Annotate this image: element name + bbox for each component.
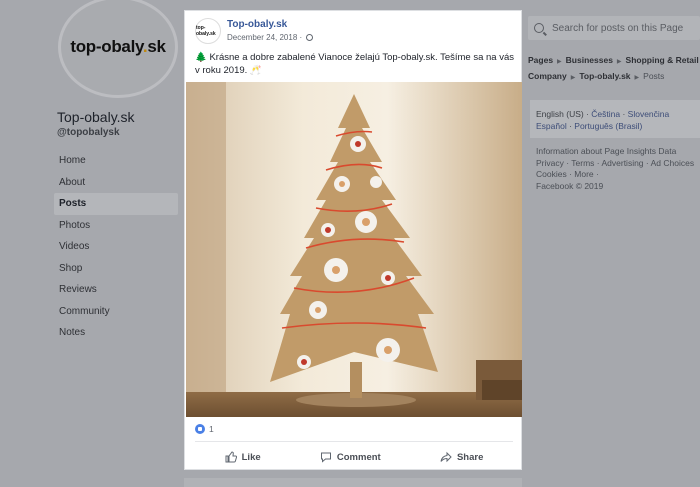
language-link-cestina[interactable]: Čeština — [591, 109, 620, 119]
divider — [195, 441, 513, 442]
christmas-tree-illustration — [186, 82, 522, 417]
comment-button[interactable]: Comment — [320, 451, 381, 463]
share-button[interactable]: Share — [440, 451, 483, 463]
language-link-portugues[interactable]: Português (Brasil) — [574, 121, 642, 131]
nav-item-notes[interactable]: Notes — [54, 322, 178, 344]
breadcrumb: Pages ▶ Businesses ▶ Shopping & Retail Compa… — [528, 53, 700, 85]
breadcrumb-businesses[interactable]: Businesses — [566, 55, 613, 65]
page-handle[interactable]: @topobalysk — [57, 127, 120, 138]
nav-item-posts[interactable]: Posts — [54, 193, 178, 215]
footer-legal-links[interactable]: Privacy · Terms · Advertising · Ad Choic… — [536, 158, 700, 170]
post-timestamp[interactable]: December 24, 2018 · — [227, 33, 302, 42]
post-photo-christmas-tree[interactable] — [186, 82, 522, 417]
share-icon — [440, 451, 452, 463]
nav-item-videos[interactable]: Videos — [54, 236, 178, 258]
language-selector: English (US) · Čeština · Slovenčina Espa… — [530, 100, 700, 138]
reaction-count[interactable]: 1 — [209, 424, 214, 434]
chevron-right-icon: ▶ — [557, 59, 562, 65]
nav-item-shop[interactable]: Shop — [54, 258, 178, 280]
chevron-right-icon: ▶ — [616, 59, 622, 65]
post-actions: Like Comment Share — [195, 447, 513, 467]
page-nav: Home About Posts Photos Videos Shop Revi… — [54, 150, 178, 344]
footer-insights-link[interactable]: Information about Page Insights Data — [536, 146, 700, 158]
like-button[interactable]: Like — [225, 451, 261, 463]
language-link-slovencina[interactable]: Slovenčina — [628, 109, 670, 119]
footer-more-links[interactable]: Cookies · More · — [536, 169, 700, 181]
page-logo: top-obaly.sk — [70, 37, 166, 56]
chevron-right-icon: ▶ — [634, 75, 640, 81]
breadcrumb-company[interactable]: Company — [528, 71, 567, 81]
chevron-right-icon: ▶ — [570, 75, 576, 81]
post-header: top-obaly.sk Top-obaly.sk December 24, 2… — [195, 18, 314, 44]
page-profile-picture[interactable]: top-obaly.sk — [58, 0, 178, 98]
nav-item-community[interactable]: Community — [54, 301, 178, 323]
next-post-card — [184, 478, 522, 487]
post-card: top-obaly.sk Top-obaly.sk December 24, 2… — [184, 10, 522, 470]
globe-icon — [306, 34, 314, 41]
like-reaction-icon — [195, 424, 205, 434]
post-author-avatar[interactable]: top-obaly.sk — [195, 18, 221, 44]
thumbs-up-icon — [225, 451, 237, 463]
search-icon — [534, 23, 544, 33]
language-link-espanol[interactable]: Español — [536, 121, 567, 131]
page-search[interactable]: Search for posts on this Page — [528, 16, 700, 40]
breadcrumb-page[interactable]: Top-obaly.sk — [579, 71, 630, 81]
comment-icon — [320, 452, 331, 463]
page-name[interactable]: Top-obaly.sk — [57, 109, 135, 125]
language-current: English (US) — [536, 109, 584, 119]
post-text: 🌲 Krásne a dobre zabalené Vianoce želajú… — [195, 52, 515, 76]
breadcrumb-shopping[interactable]: Shopping & Retail — [626, 55, 699, 65]
footer-links: Information about Page Insights Data Pri… — [536, 146, 700, 192]
breadcrumb-current: Posts — [643, 71, 665, 81]
nav-item-home[interactable]: Home — [54, 150, 178, 172]
nav-item-reviews[interactable]: Reviews — [54, 279, 178, 301]
nav-item-photos[interactable]: Photos — [54, 215, 178, 237]
post-author-name[interactable]: Top-obaly.sk — [227, 19, 313, 30]
search-input[interactable]: Search for posts on this Page — [552, 23, 683, 34]
post-reactions[interactable]: 1 — [195, 424, 214, 434]
nav-item-about[interactable]: About — [54, 172, 178, 194]
breadcrumb-pages[interactable]: Pages — [528, 55, 553, 65]
footer-copyright: Facebook © 2019 — [536, 180, 604, 191]
